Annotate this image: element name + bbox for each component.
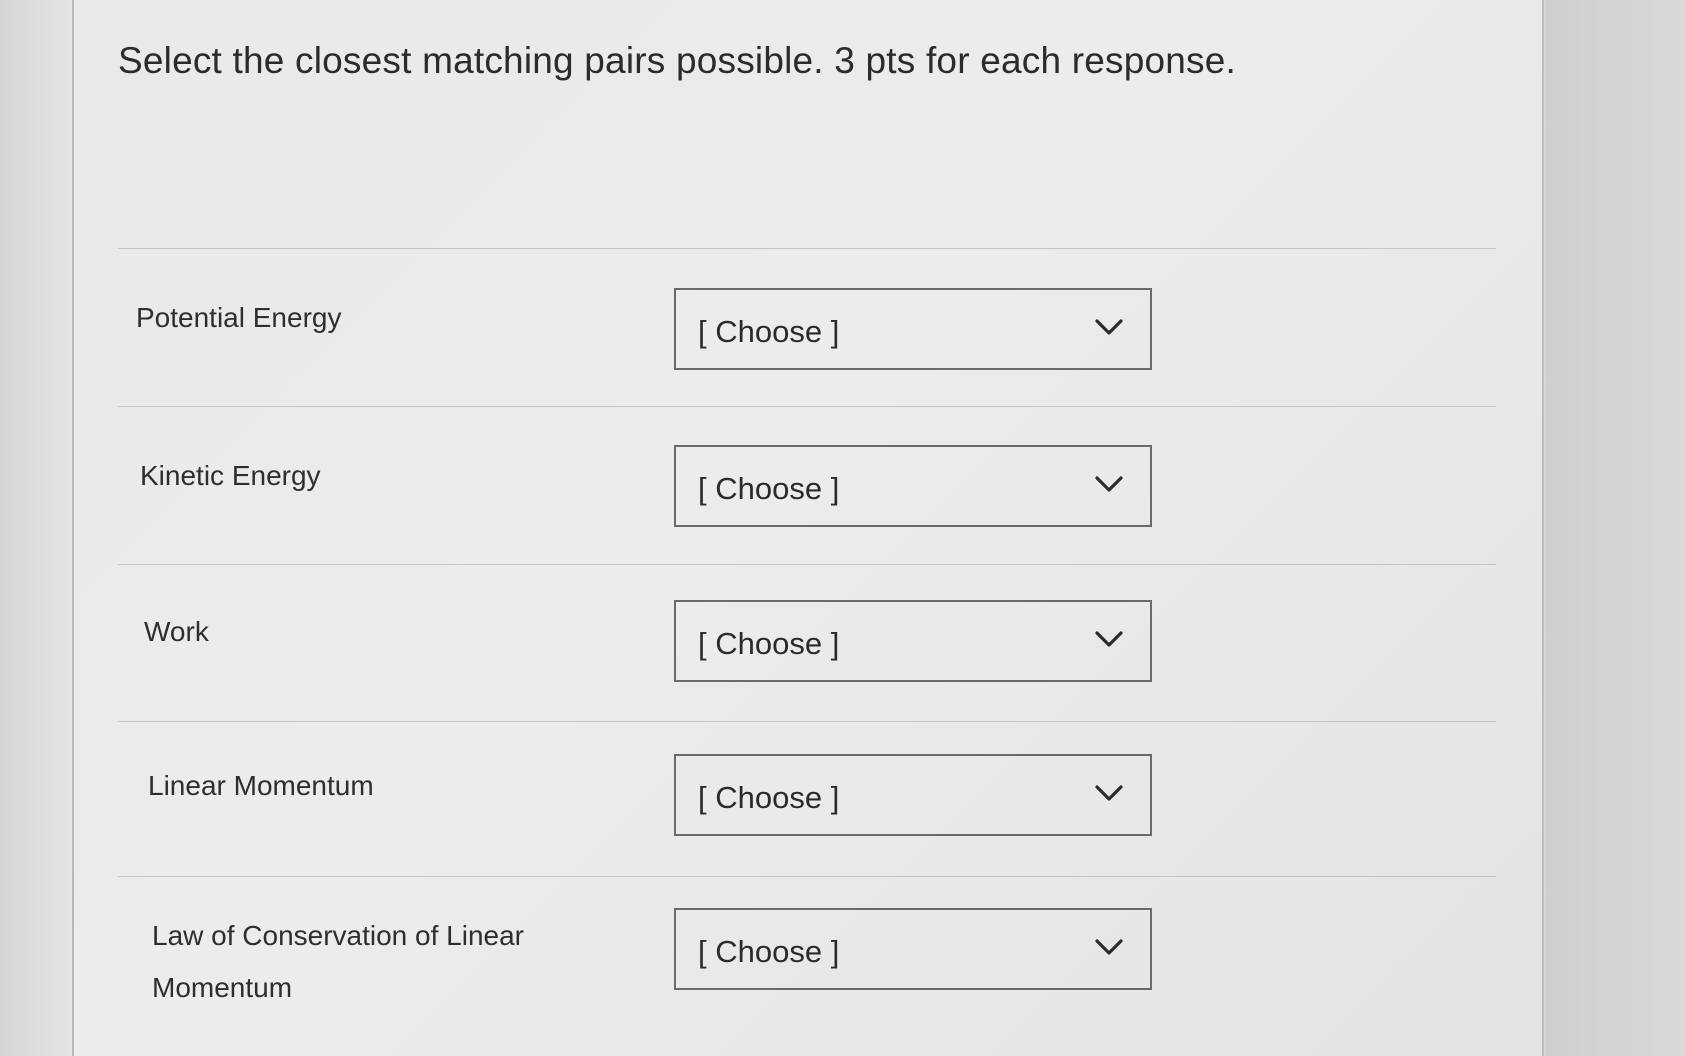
select-value: [ Choose ] — [698, 780, 840, 815]
row-divider — [118, 876, 1496, 877]
chevron-down-icon — [1095, 631, 1123, 647]
match-prompt-law-of-conservation-of-linear-momentum: Law of Conservation of Linear Momentum — [152, 920, 524, 1003]
match-prompt-potential-energy: Potential Energy — [136, 302, 342, 333]
row-divider — [118, 721, 1496, 722]
select-value: [ Choose ] — [698, 626, 840, 661]
match-select-potential-energy[interactable]: [ Choose ] — [674, 288, 1152, 370]
match-select-kinetic-energy[interactable]: [ Choose ] — [674, 445, 1152, 527]
question-card: Select the closest matching pairs possib… — [72, 0, 1544, 1056]
select-value: [ Choose ] — [698, 934, 840, 969]
select-value: [ Choose ] — [698, 314, 840, 349]
match-select-linear-momentum[interactable]: [ Choose ] — [674, 754, 1152, 836]
quiz-page: Select the closest matching pairs possib… — [0, 0, 1685, 1056]
chevron-down-icon — [1095, 476, 1123, 492]
match-select-work[interactable]: [ Choose ] — [674, 600, 1152, 682]
question-title: Select the closest matching pairs possib… — [118, 40, 1237, 81]
match-prompt-kinetic-energy: Kinetic Energy — [140, 460, 321, 491]
match-prompt-work: Work — [144, 616, 209, 647]
chevron-down-icon — [1095, 319, 1123, 335]
row-divider — [118, 564, 1496, 565]
row-divider — [118, 248, 1496, 249]
match-select-law-of-conservation[interactable]: [ Choose ] — [674, 908, 1152, 990]
right-margin — [1546, 0, 1685, 1056]
chevron-down-icon — [1095, 939, 1123, 955]
match-prompt-linear-momentum: Linear Momentum — [148, 770, 374, 801]
select-value: [ Choose ] — [698, 471, 840, 506]
chevron-down-icon — [1095, 785, 1123, 801]
row-divider — [118, 406, 1496, 407]
